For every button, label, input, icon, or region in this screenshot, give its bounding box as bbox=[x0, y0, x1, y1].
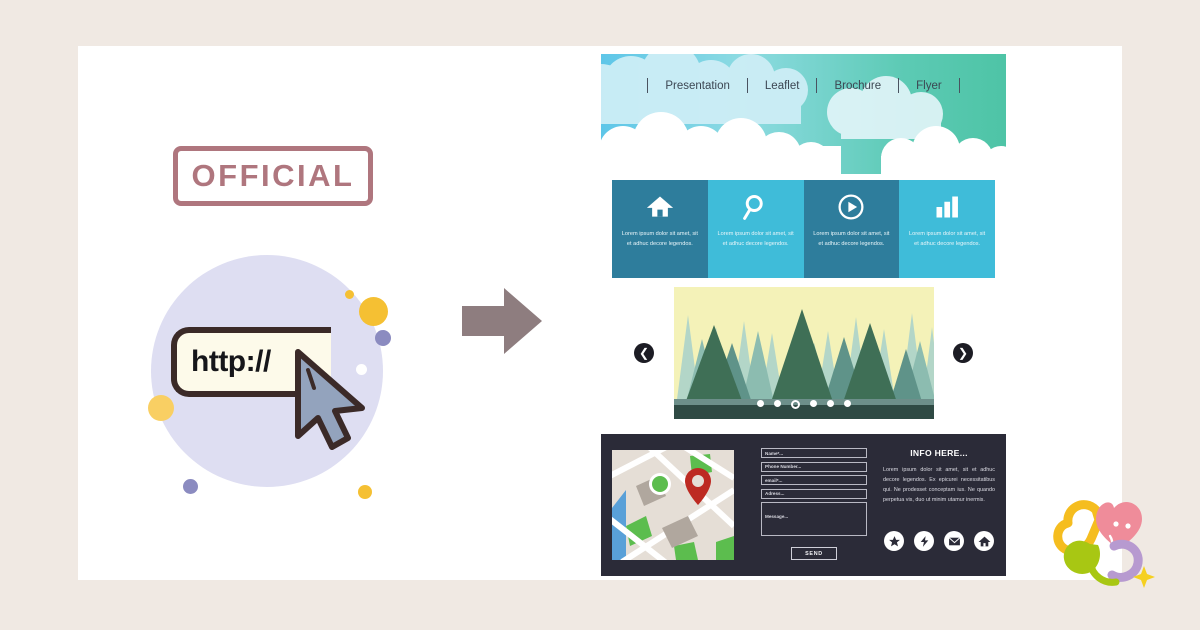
play-icon bbox=[838, 194, 864, 220]
website-mockup: Presentation Leaflet Brochure Flyer Lore… bbox=[601, 54, 1006, 576]
right-arrow-icon bbox=[462, 288, 542, 354]
carousel-dot-active[interactable] bbox=[791, 400, 800, 409]
feature-tile-play[interactable]: Lorem ipsum dolor sit amet, sit et adhuc… bbox=[803, 180, 900, 278]
message-field-placeholder: Message... bbox=[765, 514, 789, 519]
mockup-hero: Presentation Leaflet Brochure Flyer bbox=[601, 54, 1006, 174]
home-icon bbox=[978, 536, 990, 546]
mockup-footer: Name*... Phone Number... email*... Adres… bbox=[601, 434, 1006, 576]
carousel-dot[interactable] bbox=[810, 400, 817, 407]
nav-item-brochure[interactable]: Brochure bbox=[817, 80, 898, 92]
location-map[interactable] bbox=[612, 450, 734, 560]
feature-tile-text: Lorem ipsum dolor sit amet, sit et adhuc… bbox=[813, 231, 890, 247]
home-icon bbox=[646, 196, 673, 217]
email-field[interactable]: email*... bbox=[761, 475, 867, 485]
left-illustration: OFFICIAL http:// bbox=[78, 46, 558, 580]
mouse-pointer-icon bbox=[295, 349, 365, 450]
carousel-prev-button[interactable]: ❮ bbox=[634, 343, 654, 363]
name-field[interactable]: Name*... bbox=[761, 448, 867, 458]
feature-tile-chart[interactable]: Lorem ipsum dolor sit amet, sit et adhuc… bbox=[899, 180, 995, 278]
name-field-placeholder: Name*... bbox=[765, 450, 784, 456]
carousel-dot[interactable] bbox=[844, 400, 851, 407]
clover-logo bbox=[1053, 500, 1155, 588]
message-field[interactable]: Message... bbox=[761, 502, 867, 536]
search-icon bbox=[742, 195, 763, 220]
star-icon bbox=[888, 535, 900, 546]
decor-dot-yellow-4 bbox=[358, 485, 372, 499]
contact-form: Name*... Phone Number... email*... Adres… bbox=[761, 448, 867, 560]
info-block: INFO HERE... Lorem ipsum dolor sit amet,… bbox=[883, 448, 995, 505]
social-share-button[interactable] bbox=[914, 531, 934, 551]
decor-dot-purple-2 bbox=[183, 479, 198, 494]
carousel-next-button[interactable]: ❯ bbox=[953, 343, 973, 363]
image-carousel: ❮ ❯ bbox=[612, 287, 995, 425]
social-star-button[interactable] bbox=[884, 531, 904, 551]
share-lightning-icon bbox=[920, 535, 928, 547]
carousel-dot[interactable] bbox=[774, 400, 781, 407]
nav-item-leaflet[interactable]: Leaflet bbox=[748, 80, 817, 92]
info-body: Lorem ipsum dolor sit amet, sit et adhuc… bbox=[883, 467, 995, 503]
logo-eye-left bbox=[1113, 521, 1119, 527]
logo-eye-right bbox=[1125, 523, 1131, 529]
phone-field-placeholder: Phone Number... bbox=[765, 464, 802, 469]
url-text: http:// bbox=[191, 345, 271, 378]
carousel-slide[interactable] bbox=[674, 287, 934, 419]
official-stamp: OFFICIAL bbox=[173, 146, 373, 206]
address-field[interactable]: Adress... bbox=[761, 488, 867, 499]
feature-tile-text: Lorem ipsum dolor sit amet, sit et adhuc… bbox=[909, 231, 986, 247]
social-email-button[interactable] bbox=[944, 531, 964, 551]
email-field-placeholder: email*... bbox=[765, 477, 783, 483]
clover-petal-purple bbox=[1107, 539, 1143, 582]
bar-chart-icon bbox=[936, 196, 959, 218]
address-field-placeholder: Adress... bbox=[765, 491, 785, 496]
screenshot-root: OFFICIAL http:// Presentation Leaflet Br… bbox=[0, 0, 1200, 630]
feature-tile-home[interactable]: Lorem ipsum dolor sit amet, sit et adhuc… bbox=[612, 180, 708, 278]
decor-dot-yellow-2 bbox=[345, 290, 354, 299]
carousel-dot[interactable] bbox=[757, 400, 764, 407]
white-card: OFFICIAL http:// Presentation Leaflet Br… bbox=[78, 46, 1122, 580]
feature-tile-text: Lorem ipsum dolor sit amet, sit et adhuc… bbox=[621, 231, 698, 247]
mockup-navbar: Presentation Leaflet Brochure Flyer bbox=[601, 78, 1006, 93]
map-illustration bbox=[612, 450, 734, 560]
nav-separator bbox=[958, 78, 960, 93]
social-home-button[interactable] bbox=[974, 531, 994, 551]
nav-item-presentation[interactable]: Presentation bbox=[648, 80, 747, 92]
phone-field[interactable]: Phone Number... bbox=[761, 461, 867, 472]
decor-dot-purple-1 bbox=[375, 330, 391, 346]
decor-dot-yellow-3 bbox=[148, 395, 174, 421]
social-icons bbox=[884, 531, 994, 551]
official-stamp-label: OFFICIAL bbox=[191, 158, 355, 193]
feature-tile-text: Lorem ipsum dolor sit amet, sit et adhuc… bbox=[717, 231, 794, 247]
feature-tile-search[interactable]: Lorem ipsum dolor sit amet, sit et adhuc… bbox=[707, 180, 804, 278]
envelope-icon bbox=[948, 536, 960, 545]
decor-dot-yellow-1 bbox=[359, 297, 388, 326]
info-heading: INFO HERE... bbox=[910, 448, 968, 458]
send-button[interactable]: SEND bbox=[791, 547, 837, 560]
nav-item-flyer[interactable]: Flyer bbox=[899, 80, 959, 92]
sky-clouds-illustration bbox=[601, 54, 1006, 174]
carousel-dot[interactable] bbox=[827, 400, 834, 407]
carousel-dots bbox=[674, 400, 934, 409]
feature-tiles: Lorem ipsum dolor sit amet, sit et adhuc… bbox=[612, 180, 995, 278]
